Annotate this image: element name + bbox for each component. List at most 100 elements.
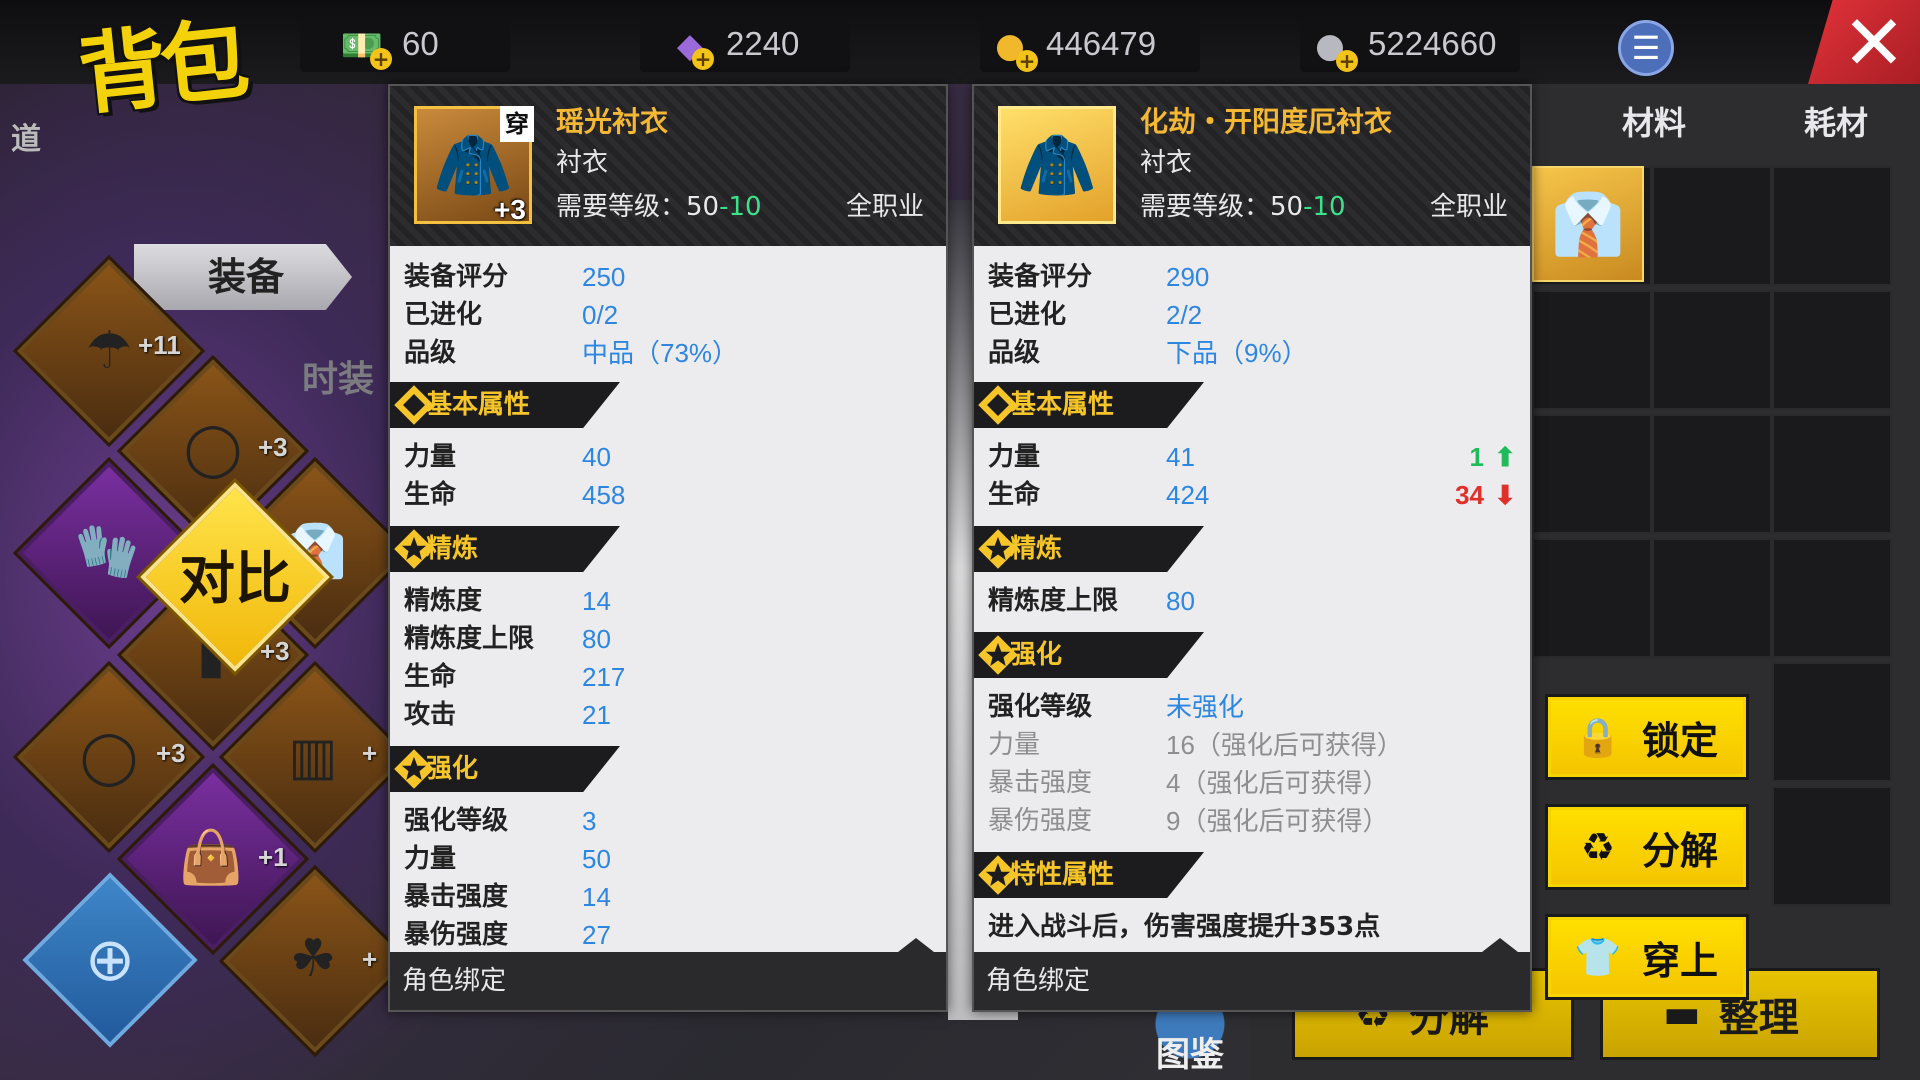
scroll-indicator	[1482, 938, 1518, 952]
stat-label: 生命	[404, 480, 457, 510]
stat-label: 力量	[404, 844, 457, 874]
lock-icon: 🔒	[1574, 714, 1622, 759]
stat-delta-up: 1	[1469, 442, 1484, 472]
inventory-slot[interactable]	[1532, 414, 1652, 534]
lock-button[interactable]: 🔒 锁定	[1545, 694, 1749, 780]
stat-value: 290	[1166, 262, 1210, 292]
inventory-slot[interactable]	[1652, 290, 1772, 410]
inventory-slot[interactable]	[1532, 290, 1652, 410]
equip-button[interactable]: 👕 穿上	[1545, 914, 1749, 1000]
atlas-button[interactable]: 图鉴	[1130, 1000, 1250, 1080]
inventory-slot[interactable]	[1772, 538, 1892, 658]
bind-status: 角色绑定	[974, 952, 1530, 1010]
stat-value: 中品（73%）	[582, 338, 739, 368]
slot-level: +1	[258, 842, 288, 872]
stat-value: 424	[1166, 480, 1210, 510]
stat-label: 已进化	[988, 300, 1067, 330]
inventory-item-shirt[interactable]: 👔	[1532, 166, 1644, 282]
stat-value: 80	[582, 624, 611, 654]
item-requirement: 需要等级：50-10	[1140, 186, 1346, 223]
inventory-slot[interactable]	[1652, 166, 1772, 286]
shirt-icon: 👔	[1550, 189, 1626, 260]
item-class: 全职业	[845, 192, 924, 222]
stat-label: 已进化	[404, 300, 483, 330]
inventory-slot[interactable]	[1532, 538, 1652, 658]
stat-label: 暴伤强度	[404, 920, 509, 950]
stat-value: 下品（9%）	[1166, 338, 1308, 368]
gauntlet-icon: 🧤	[74, 521, 140, 582]
stat-row: 力量 41	[988, 438, 1518, 476]
section-basic-label: 基本属性	[426, 390, 531, 420]
tab-consumables[interactable]: 耗材	[1804, 98, 1868, 148]
belt-icon: ◯	[183, 419, 243, 479]
inventory-slot[interactable]	[1772, 290, 1892, 410]
inventory-slot[interactable]	[1772, 786, 1892, 906]
inventory-slot[interactable]	[1652, 538, 1772, 658]
necklace-icon: ☘	[289, 929, 337, 989]
stat-value: 2/2	[1166, 300, 1203, 330]
stat-label: 装备评分	[404, 262, 509, 292]
stat-label: 力量	[988, 730, 1041, 760]
section-refine-label: 精炼	[1010, 534, 1063, 564]
stat-value: 41	[1166, 442, 1195, 472]
trait-text: 进入战斗后，伤害强度提升353点	[988, 908, 1518, 946]
inventory-slot[interactable]	[1772, 662, 1892, 782]
stat-value: 0/2	[582, 300, 619, 330]
tab-materials[interactable]: 材料	[1622, 98, 1686, 148]
menu-button[interactable]: ☰	[1618, 20, 1674, 76]
lock-label: 锁定	[1642, 718, 1719, 763]
silver-value: 5224660	[1368, 25, 1497, 62]
slot-level: +11	[138, 330, 181, 360]
stat-value: 9（强化后可获得）	[1166, 806, 1389, 836]
tab-fashion[interactable]: 时装	[302, 350, 374, 400]
req-label: 需要等级：	[1140, 192, 1271, 222]
inventory-slot[interactable]	[1772, 166, 1892, 286]
stat-label: 精炼度	[404, 586, 483, 616]
arrow-down-icon: ⬇	[1494, 480, 1516, 510]
inventory-slot[interactable]	[1772, 414, 1892, 534]
item-header: 🧥 化劫・开阳度厄衬衣 衬衣 需要等级：50-10 全职业	[974, 86, 1530, 246]
stat-label: 力量	[988, 442, 1041, 472]
side-tab-label[interactable]: 道	[0, 110, 52, 170]
stat-label: 装备评分	[988, 262, 1093, 292]
compare-label[interactable]: 对比	[150, 540, 320, 620]
item-stats[interactable]: 装备评分 290 已进化 2/2 品级 下品（9%） 基本属性 力量 41 1 ⬆ 生命…	[974, 246, 1530, 956]
add-silver-icon[interactable]: +	[1336, 50, 1358, 72]
slot-level: +3	[258, 432, 288, 462]
item-class: 全职业	[1429, 192, 1508, 222]
stat-value: 16（强化后可获得）	[1166, 730, 1403, 760]
decompose-label: 分解	[1642, 828, 1719, 873]
stat-label: 品级	[988, 338, 1041, 368]
tshirt-icon: 👕	[1574, 934, 1622, 979]
stat-delta-down: 34	[1455, 480, 1484, 510]
req-label: 需要等级：	[556, 192, 687, 222]
stat-label: 精炼度上限	[988, 586, 1119, 616]
stat-value: 40	[582, 442, 611, 472]
stat-value: 21	[582, 700, 611, 730]
stat-label: 生命	[404, 662, 457, 692]
stat-value: 3	[582, 806, 597, 836]
add-crystal-icon[interactable]: +	[692, 48, 714, 70]
section-refine-label: 精炼	[426, 534, 479, 564]
item-header: 🧥 穿 +3 瑶光衬衣 衬衣 需要等级：50-10 全职业	[390, 86, 946, 246]
inventory-slot[interactable]	[1652, 414, 1772, 534]
stat-label: 生命	[988, 480, 1041, 510]
equip-label: 穿上	[1642, 938, 1719, 983]
section-basic-label: 基本属性	[1010, 390, 1115, 420]
stat-value: 4（强化后可获得）	[1166, 768, 1389, 798]
tab-equipment[interactable]: 装备	[134, 244, 352, 310]
cash-value: 60	[402, 25, 439, 62]
add-gold-icon[interactable]: +	[1016, 50, 1038, 72]
item-type: 衬衣	[1140, 148, 1193, 178]
stat-label: 力量	[404, 442, 457, 472]
stat-value: 458	[582, 480, 626, 510]
decompose-button[interactable]: ♻ 分解	[1545, 804, 1749, 890]
arrow-up-icon: ⬆	[1494, 442, 1516, 472]
item-stats[interactable]: 装备评分 250 已进化 0/2 品级 中品（73%） 基本属性 力量 40 生命 458…	[390, 246, 946, 956]
item-requirement: 需要等级：50-10	[556, 186, 762, 223]
stat-value: 未强化	[1166, 692, 1245, 722]
list-icon: ☰	[1631, 29, 1661, 67]
req-value: 50	[1270, 192, 1304, 222]
req-extra: -10	[719, 192, 762, 222]
add-cash-icon[interactable]: +	[370, 48, 392, 70]
